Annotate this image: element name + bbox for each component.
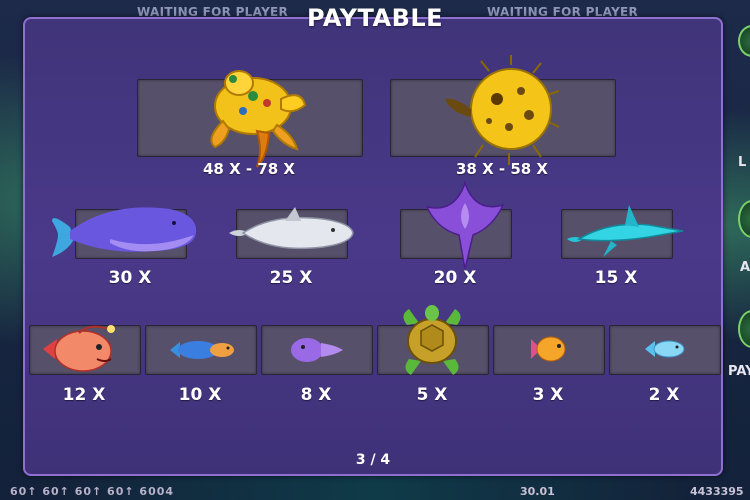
green-turtle-icon bbox=[403, 305, 461, 375]
side-action-button[interactable] bbox=[738, 200, 750, 238]
multiplier-purple-whale: 30 X bbox=[108, 268, 152, 288]
multiplier-blue-orange-fish: 10 X bbox=[178, 385, 222, 405]
multiplier-golden-pufferfish: 38 X - 58 X bbox=[456, 160, 548, 178]
golden-pufferfish-icon bbox=[445, 55, 560, 165]
multiplier-red-anglerfish: 12 X bbox=[62, 385, 106, 405]
purple-manta-ray-icon bbox=[425, 180, 505, 269]
multiplier-silver-shark: 25 X bbox=[269, 268, 313, 288]
orange-goldfish-icon bbox=[531, 336, 566, 362]
bottom-right-readout: 4433395 bbox=[690, 485, 744, 498]
side-label-2: A bbox=[740, 260, 750, 275]
red-anglerfish-icon bbox=[43, 325, 115, 372]
golden-dragon-turtle-icon bbox=[210, 70, 307, 168]
bottom-mid-readout: 30.01 bbox=[520, 485, 555, 498]
multiplier-purple-manta-ray: 20 X bbox=[433, 268, 477, 288]
paytable-panel: 48 X - 78 X 38 X - 58 X 30 X 25 X 20 X 1… bbox=[23, 17, 723, 476]
paytable-title: PAYTABLE bbox=[306, 4, 444, 32]
side-auto-button[interactable] bbox=[738, 310, 750, 348]
small-blue-fish-icon bbox=[645, 340, 685, 358]
silver-shark-icon bbox=[229, 207, 354, 250]
purple-squid-icon bbox=[291, 338, 343, 362]
multiplier-purple-squid: 8 X bbox=[300, 385, 332, 405]
multiplier-small-blue-fish: 2 X bbox=[648, 385, 680, 405]
blue-orange-fish-icon bbox=[170, 341, 234, 359]
bottom-bet-readout: 60↑ 60↑ 60↑ 60↑ 6004 bbox=[10, 485, 175, 498]
multiplier-orange-goldfish: 3 X bbox=[532, 385, 564, 405]
multiplier-golden-dragon-turtle: 48 X - 78 X bbox=[203, 160, 295, 178]
page-indicator: 3 / 4 bbox=[355, 452, 391, 468]
cyan-sawfish-icon bbox=[567, 205, 684, 257]
purple-whale-icon bbox=[52, 207, 197, 257]
multiplier-cyan-sawfish: 15 X bbox=[594, 268, 638, 288]
side-label-3: PAY bbox=[728, 364, 750, 379]
multiplier-green-turtle: 5 X bbox=[416, 385, 448, 405]
side-label-1: L bbox=[738, 155, 747, 170]
